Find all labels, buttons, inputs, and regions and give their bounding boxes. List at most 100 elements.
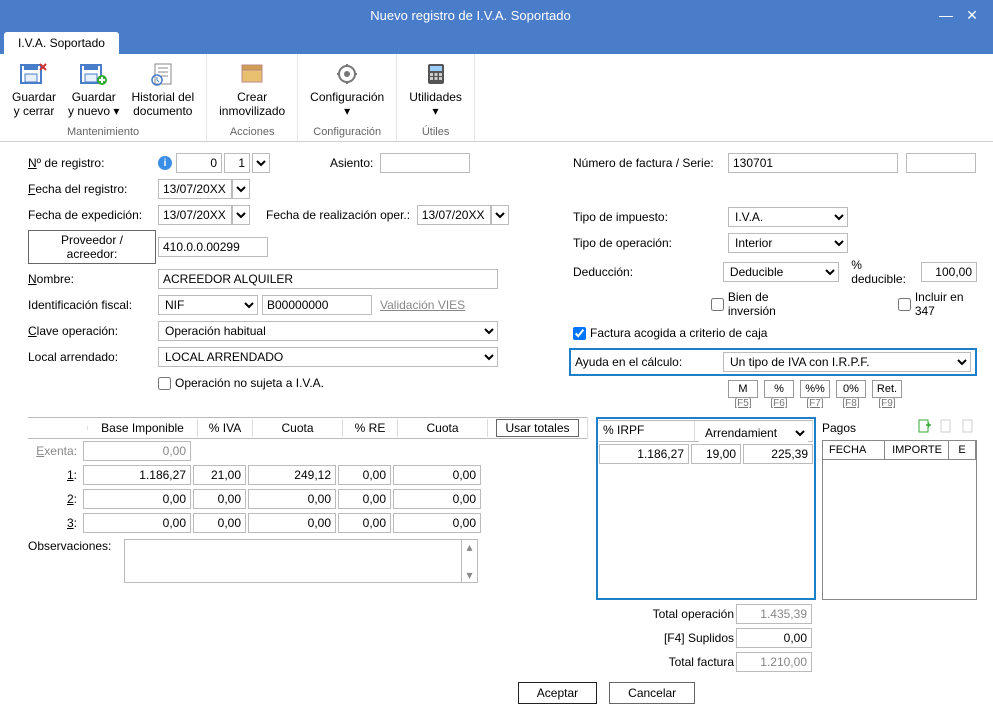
fechareal-dropdown[interactable] [491,205,509,225]
ribbon-guardar-cerrar[interactable]: Guardar y cerrar [6,58,62,121]
r1-bi[interactable] [83,465,191,485]
idfiscal-num-input[interactable] [262,295,372,315]
nregistro-b-input[interactable] [224,153,250,173]
r2-cuota2[interactable] [393,489,481,509]
ribbon-group-utiles: Utilidades ▾ Útiles [397,54,475,141]
deduccion-select[interactable]: Deducible [723,262,839,282]
r2-iva[interactable] [193,489,246,509]
gear-icon [331,60,363,88]
pagos-title: Pagos [822,421,915,435]
deduccion-label: Deducción: [573,265,723,279]
key-pctpct-button[interactable]: %% [800,380,830,398]
fecharegistro-dropdown[interactable] [232,179,250,199]
history-icon [147,60,179,88]
irpf-tipo-select[interactable]: Arrendamient [699,423,808,443]
fecharegistro-label: Fecha del registro: [28,182,158,196]
obs-up-icon[interactable]: ▴ [466,540,472,554]
critcaja-checkbox[interactable]: Factura acogida a criterio de caja [573,326,767,340]
grid-row-2: 2: [28,487,588,511]
idfiscal-tipo-select[interactable]: NIF [158,295,258,315]
r1-re[interactable] [338,465,391,485]
incluir347-checkbox[interactable]: Incluir en 347 [898,290,977,318]
vies-link[interactable]: Validación VIES [380,298,465,312]
local-label: Local arrendado: [28,350,158,364]
ribbon-guardar-nuevo[interactable]: Guardar y nuevo ▾ [62,58,125,121]
r3-cuota[interactable] [248,513,336,533]
suplidos-label: [F4] Suplidos [596,631,736,645]
minimize-button[interactable]: — [933,7,959,23]
nosujeta-checkbox[interactable]: Operación no sujeta a I.V.A. [158,376,324,390]
fechaexp-label: Fecha de expedición: [28,208,158,222]
nombre-label: Nombre: [28,272,158,286]
ribbon-group-config: Configuración ▾ Configuración [298,54,397,141]
key-m-button[interactable]: M [728,380,758,398]
irpf-ret-input[interactable] [743,444,813,464]
totalfac-value [736,652,812,672]
close-button[interactable]: ✕ [959,7,985,24]
irpf-pct-input[interactable] [691,444,741,464]
obs-textarea[interactable] [124,539,462,583]
key-ret-button[interactable]: Ret. [872,380,902,398]
fechareal-input[interactable] [417,205,491,225]
serie-input[interactable] [906,153,976,173]
key-pct-button[interactable]: % [764,380,794,398]
window-title: Nuevo registro de I.V.A. Soportado [8,8,933,23]
obs-label: Observaciones: [28,539,124,553]
fecharegistro-input[interactable] [158,179,232,199]
pagos-edit-icon[interactable] [937,417,955,435]
nombre-input[interactable] [158,269,498,289]
r3-bi[interactable] [83,513,191,533]
factura-input[interactable] [728,153,898,173]
r2-cuota[interactable] [248,489,336,509]
pagos-del-icon[interactable] [959,417,977,435]
r2-re[interactable] [338,489,391,509]
tipoimp-label: Tipo de impuesto: [573,210,728,224]
irpf-pct-header: % IRPF [599,421,695,441]
asiento-input [380,153,470,173]
local-select[interactable]: LOCAL ARRENDADO [158,347,498,367]
ayuda-label: Ayuda en el cálculo: [575,355,723,369]
suplidos-input[interactable] [736,628,812,648]
tab-iva-soportado[interactable]: I.V.A. Soportado [4,32,119,54]
ayuda-select[interactable]: Un tipo de IVA con I.R.P.F. [723,352,971,372]
clave-label: Clave operación: [28,324,158,338]
r1-cuota2[interactable] [393,465,481,485]
key-0pct-button[interactable]: 0% [836,380,866,398]
info-icon[interactable]: i [158,156,172,170]
ribbon-configuracion[interactable]: Configuración ▾ [304,58,390,121]
pagos-table[interactable]: FECHA IMPORTE E [822,440,977,600]
ribbon-utilidades[interactable]: Utilidades ▾ [403,58,468,121]
r1-cuota[interactable] [248,465,336,485]
r3-iva[interactable] [193,513,246,533]
nregistro-dropdown[interactable] [252,153,270,173]
r3-cuota2[interactable] [393,513,481,533]
fechaexp-input[interactable] [158,205,232,225]
r3-re[interactable] [338,513,391,533]
ribbon-historial[interactable]: Historial del documento [125,58,200,121]
tipoop-label: Tipo de operación: [573,236,728,250]
asset-icon [236,60,268,88]
irpf-base-input[interactable] [599,444,689,464]
tipoimp-select[interactable]: I.V.A. [728,207,848,227]
bieninv-checkbox[interactable]: Bien de inversión [711,290,808,318]
cancelar-button[interactable]: Cancelar [609,682,695,704]
proveedor-button[interactable]: Proveedor / acreedor: [28,230,156,264]
pagos-add-icon[interactable] [915,417,933,435]
aceptar-button[interactable]: Aceptar [518,682,597,704]
r1-iva[interactable] [193,465,246,485]
clave-select[interactable]: Operación habitual [158,321,498,341]
obs-down-icon[interactable]: ▾ [466,568,472,582]
fechaexp-dropdown[interactable] [232,205,250,225]
grid-row-exenta: Exenta: [28,439,588,463]
proveedor-input[interactable] [158,237,268,257]
chevron-down-icon: ▾ [433,104,439,118]
pctded-input[interactable] [921,262,977,282]
pctded-label: % deducible: [851,258,917,286]
nregistro-label: Nº de registro: [28,156,158,170]
grid-row-3: 3: [28,511,588,535]
r2-bi[interactable] [83,489,191,509]
usartotales-button[interactable]: Usar totales [496,419,578,437]
ribbon-crear-inmovilizado[interactable]: Crear inmovilizado [213,58,291,121]
nregistro-a-input[interactable] [176,153,222,173]
tipoop-select[interactable]: Interior [728,233,848,253]
